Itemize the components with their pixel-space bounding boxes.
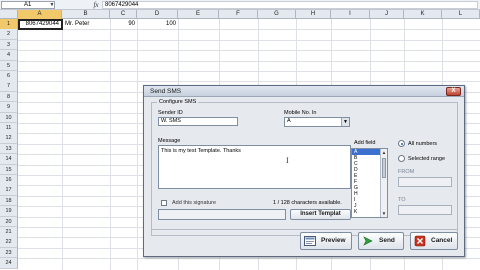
- row-header-14[interactable]: 14: [0, 154, 18, 165]
- send-sms-dialog: Send SMS X Configure SMS Sender ID W. SM…: [143, 85, 465, 257]
- row-header-23[interactable]: 23: [0, 247, 18, 259]
- send-label: Send: [379, 237, 395, 244]
- column-header-j[interactable]: J: [370, 10, 404, 19]
- sender-id-label: Sender ID: [158, 110, 183, 116]
- name-box[interactable]: A1: [1, 1, 55, 9]
- row-header-16[interactable]: 16: [0, 175, 18, 186]
- to-label: TO: [398, 197, 406, 203]
- add-field-list[interactable]: A B C D E F G H I J K ▲ ▼: [351, 148, 388, 218]
- selected-range-label: Selected range: [408, 156, 445, 162]
- preview-button[interactable]: Preview: [300, 232, 352, 250]
- send-button[interactable]: Send: [358, 232, 404, 250]
- from-field[interactable]: [398, 177, 452, 187]
- signature-checkbox[interactable]: [161, 200, 167, 206]
- mobile-no-label: Mobile No. In: [284, 110, 317, 116]
- name-box-dropdown-icon[interactable]: ▼: [48, 1, 56, 9]
- column-header-h[interactable]: H: [296, 10, 331, 19]
- cancel-icon: [414, 235, 426, 247]
- close-icon: X: [451, 88, 456, 94]
- column-header-l[interactable]: L: [442, 10, 480, 19]
- column-header-a[interactable]: A: [18, 10, 62, 19]
- formula-bar: A1 ▼ fx 8067429044: [0, 0, 480, 10]
- row-header-21[interactable]: 21: [0, 227, 18, 238]
- row-header-6[interactable]: 6: [0, 71, 18, 82]
- row-header-5[interactable]: 5: [0, 60, 18, 72]
- column-header-c[interactable]: C: [110, 10, 137, 19]
- close-button[interactable]: X: [446, 87, 461, 96]
- column-header-g[interactable]: G: [258, 10, 296, 19]
- row-header-10[interactable]: 10: [0, 112, 18, 124]
- signature-input[interactable]: [158, 209, 286, 220]
- configure-sms-legend: Configure SMS: [157, 99, 199, 106]
- all-numbers-label: All numbers: [408, 141, 438, 147]
- row-header-8[interactable]: 8: [0, 91, 18, 103]
- dialog-title: Send SMS: [150, 88, 182, 95]
- list-scrollbar[interactable]: ▲ ▼: [380, 149, 387, 217]
- column-header-i[interactable]: I: [331, 10, 370, 19]
- row-header-2[interactable]: 2: [0, 29, 18, 41]
- message-label: Message: [158, 138, 181, 144]
- message-textarea[interactable]: This is my test Template. Thanks: [158, 145, 351, 189]
- scroll-down-icon[interactable]: ▼: [381, 210, 387, 217]
- selected-range-radio[interactable]: [398, 155, 405, 162]
- row-header-7[interactable]: 7: [0, 81, 18, 93]
- column-header-row: A B C D E F G H I J K L: [0, 10, 480, 19]
- preview-label: Preview: [321, 237, 346, 244]
- row-header-12[interactable]: 12: [0, 133, 18, 145]
- row-header-24[interactable]: 24: [0, 258, 18, 269]
- preview-icon: [304, 236, 316, 246]
- row-header-17[interactable]: 17: [0, 185, 18, 197]
- column-header-b[interactable]: B: [62, 10, 110, 19]
- row-header-15[interactable]: 15: [0, 164, 18, 176]
- signature-label: Add this signature: [172, 200, 217, 206]
- formula-input[interactable]: 8067429044: [102, 1, 478, 9]
- add-field-label: Add field: [354, 140, 376, 146]
- cancel-label: Cancel: [431, 237, 453, 244]
- row-header-18[interactable]: 18: [0, 195, 18, 207]
- column-header-f[interactable]: F: [219, 10, 258, 19]
- char-count: 1 / 128 characters available.: [273, 200, 342, 206]
- text-cursor-icon: I: [286, 156, 289, 165]
- scroll-up-icon[interactable]: ▲: [381, 149, 387, 156]
- cell-b1[interactable]: Mr. Peter: [64, 19, 110, 29]
- message-text: This is my test Template. Thanks: [161, 148, 241, 154]
- column-header-d[interactable]: D: [137, 10, 178, 19]
- name-box-value: A1: [24, 2, 32, 8]
- mobile-no-select[interactable]: A ▼: [284, 117, 350, 127]
- row-header-4[interactable]: 4: [0, 50, 18, 61]
- column-header-k[interactable]: K: [404, 10, 442, 19]
- cell-c1[interactable]: 90: [110, 19, 137, 29]
- row-header-3[interactable]: 3: [0, 39, 18, 51]
- row-header-1[interactable]: 1: [0, 19, 18, 30]
- column-header-e[interactable]: E: [178, 10, 219, 19]
- scroll-thumb[interactable]: [382, 158, 386, 178]
- chevron-down-icon[interactable]: ▼: [341, 118, 349, 126]
- row-header-22[interactable]: 22: [0, 237, 18, 249]
- row-header-19[interactable]: 19: [0, 206, 18, 217]
- send-arrow-icon: [363, 236, 373, 246]
- select-all-corner[interactable]: [0, 10, 18, 19]
- cancel-button[interactable]: Cancel: [410, 232, 458, 250]
- row-header-11[interactable]: 11: [0, 123, 18, 134]
- cell-d1[interactable]: 100: [137, 19, 178, 29]
- row-header-20[interactable]: 20: [0, 216, 18, 228]
- insert-template-button[interactable]: Insert Templat: [290, 209, 351, 220]
- dialog-titlebar[interactable]: Send SMS X: [144, 86, 464, 97]
- all-numbers-radio[interactable]: [398, 140, 405, 147]
- cell-a1[interactable]: 8067429044: [18, 19, 63, 30]
- row-header-9[interactable]: 9: [0, 102, 18, 113]
- insert-function-icon[interactable]: fx: [90, 1, 102, 9]
- from-label: FROM: [398, 169, 415, 175]
- mobile-no-value: A: [287, 118, 291, 124]
- sender-id-input[interactable]: W. SMS: [158, 117, 238, 126]
- to-field[interactable]: [398, 205, 452, 215]
- row-header-13[interactable]: 13: [0, 143, 18, 155]
- configure-sms-group: Configure SMS Sender ID W. SMS Mobile No…: [151, 99, 458, 236]
